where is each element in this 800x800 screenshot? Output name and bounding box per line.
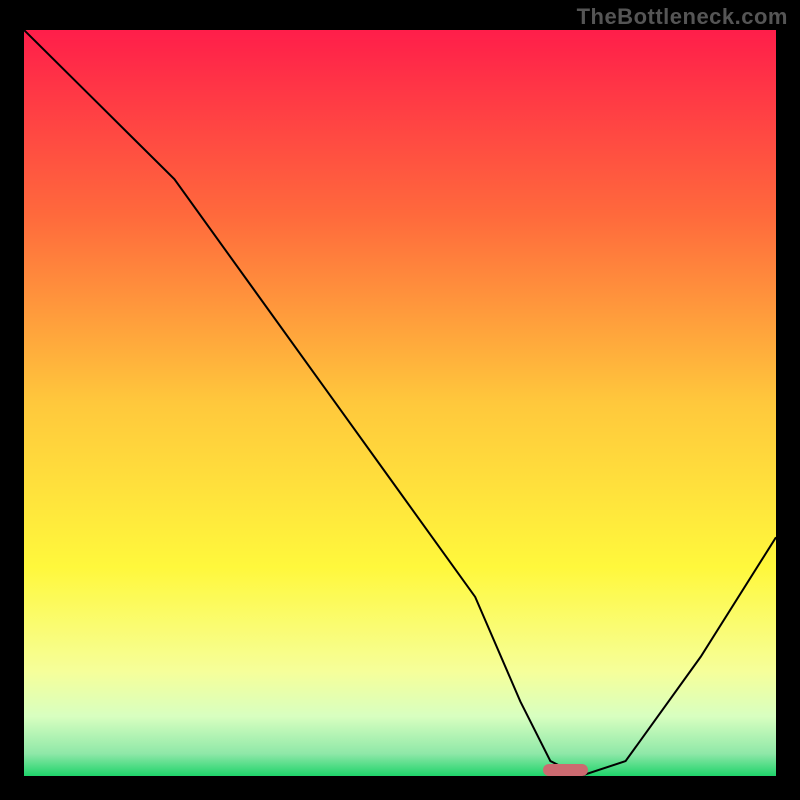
optimal-marker <box>543 764 588 776</box>
chart-frame: TheBottleneck.com <box>0 0 800 800</box>
bottleneck-curve <box>24 30 776 776</box>
watermark-text: TheBottleneck.com <box>577 4 788 30</box>
plot-area <box>24 30 776 776</box>
